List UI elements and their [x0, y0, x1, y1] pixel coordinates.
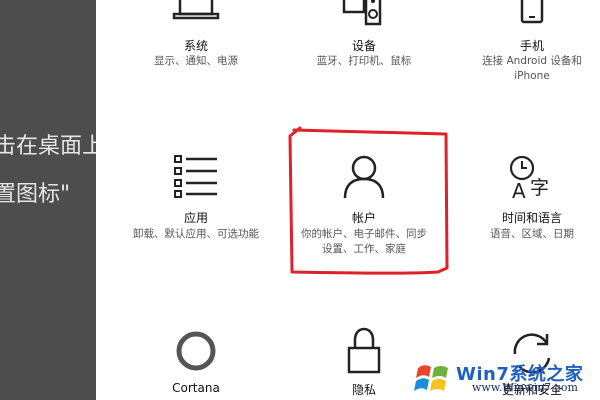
tile-cortana-title: Cortana: [172, 381, 220, 395]
tile-devices-title: 设备: [351, 39, 376, 53]
tile-time-desc: 语音、区域、日期: [490, 228, 574, 240]
cortana-icon: [176, 331, 216, 371]
lock-icon: [347, 327, 381, 374]
tile-devices-desc: 蓝牙、打印机、鼠标: [316, 55, 412, 67]
background-window: 击在桌面上 置图标": [0, 0, 96, 400]
tile-system-desc: 显示、通知、电源: [154, 55, 238, 67]
svg-text:字: 字: [530, 177, 549, 199]
tile-apps[interactable]: 应用 卸载、默认应用、可选功能: [112, 140, 280, 270]
tile-phone-desc-2: iPhone: [514, 70, 550, 82]
devices-icon: [342, 0, 382, 26]
tile-accounts-title: 帐户: [351, 211, 376, 225]
time-language-icon: A 字: [509, 155, 549, 200]
watermark-url: www.Winwin7.com: [472, 381, 578, 394]
tile-phone-title: 手机: [519, 39, 544, 53]
tile-apps-desc: 卸载、默认应用、可选功能: [133, 228, 259, 240]
laptop-icon: [172, 0, 220, 20]
tile-phone-desc-1: 连接 Android 设备和: [482, 55, 582, 67]
windows-logo-icon: [414, 365, 448, 391]
background-text-2: 置图标": [0, 182, 71, 207]
apps-list-icon: [174, 155, 217, 198]
watermark: Win7系统之家 www.Winwin7.com: [400, 358, 596, 398]
tile-accounts-desc-1: 你的帐户、电子邮件、同步: [301, 228, 427, 240]
tile-accounts[interactable]: 帐户 你的帐户、电子邮件、同步 设置、工作、家庭: [280, 140, 448, 270]
tile-time-language[interactable]: A 字 时间和语言 语音、区域、日期: [448, 140, 600, 270]
phone-icon: [520, 0, 544, 24]
tile-system-title: 系统: [183, 39, 208, 53]
person-icon: [343, 155, 385, 199]
tile-time-title: 时间和语言: [501, 211, 562, 225]
tile-system[interactable]: 系统 显示、通知、电源: [112, 0, 280, 110]
background-text-1: 击在桌面上: [0, 134, 96, 159]
tile-devices[interactable]: 设备 蓝牙、打印机、鼠标: [280, 0, 448, 110]
tile-phone[interactable]: 手机 连接 Android 设备和 iPhone: [448, 0, 600, 110]
tile-accounts-desc-2: 设置、工作、家庭: [322, 243, 406, 255]
svg-text:A: A: [512, 179, 526, 200]
tile-cortana[interactable]: Cortana: [112, 320, 280, 400]
settings-grid: 系统 显示、通知、电源 设备 蓝牙、打印机、鼠标 手机 连接 Android 设…: [96, 0, 600, 400]
tile-apps-title: 应用: [183, 211, 208, 225]
